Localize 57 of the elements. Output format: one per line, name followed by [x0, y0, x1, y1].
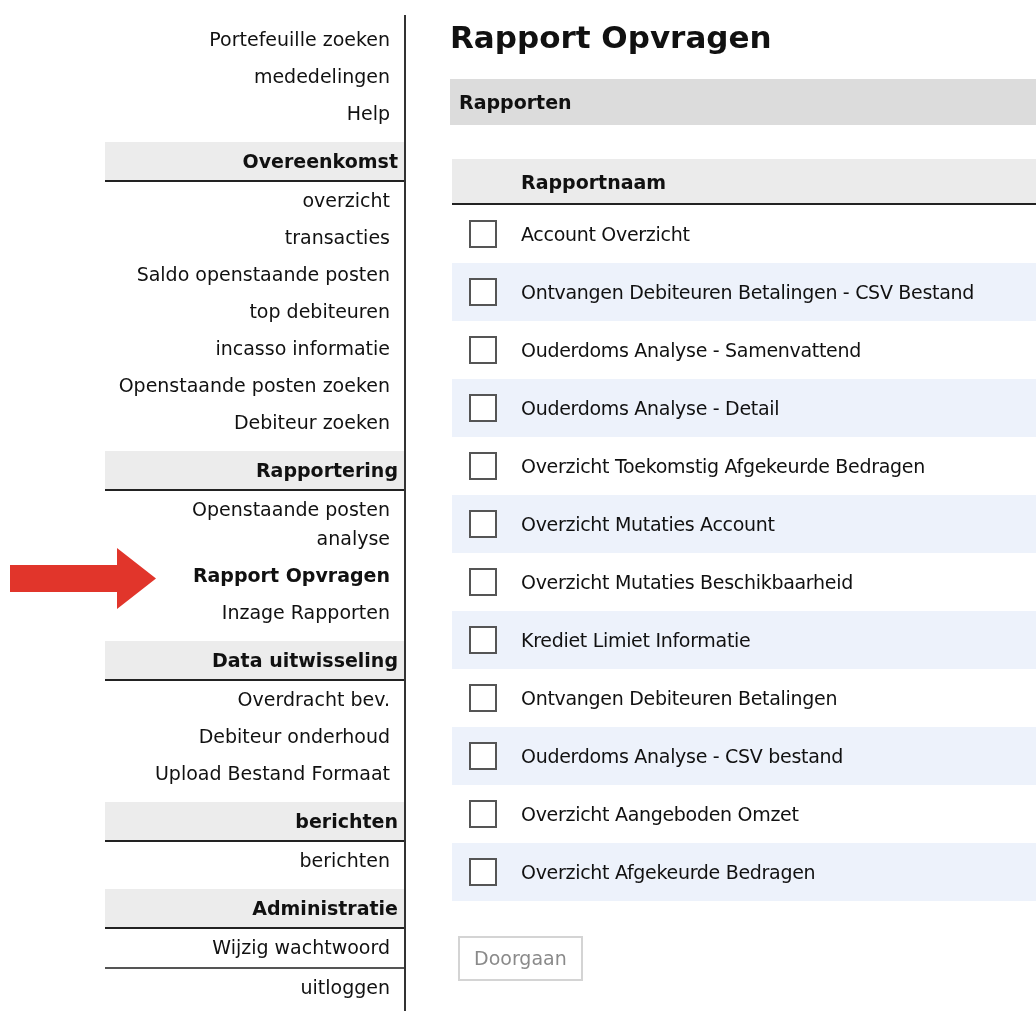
report-name: Overzicht Aangeboden Omzet — [521, 801, 799, 827]
checkbox[interactable] — [469, 800, 497, 828]
report-name: Ontvangen Debiteuren Betalingen — [521, 685, 838, 711]
checkbox[interactable] — [469, 858, 497, 886]
report-row[interactable]: Ouderdoms Analyse - CSV bestand — [452, 727, 1036, 785]
checkbox[interactable] — [469, 394, 497, 422]
section-header: Data uitwisseling — [105, 641, 404, 681]
checkbox[interactable] — [469, 452, 497, 480]
checkbox[interactable] — [469, 684, 497, 712]
report-row[interactable]: Ouderdoms Analyse - Detail — [452, 379, 1036, 437]
report-name: Ouderdoms Analyse - Detail — [521, 395, 780, 421]
menu-link[interactable]: Help — [0, 95, 404, 132]
checkbox[interactable] — [469, 278, 497, 306]
report-row[interactable]: Ontvangen Debiteuren Betalingen - CSV Bestand — [452, 263, 1036, 321]
column-header: Rapportnaam — [452, 159, 1036, 205]
report-name: Account Overzicht — [521, 221, 690, 247]
checkbox[interactable] — [469, 568, 497, 596]
checkbox[interactable] — [469, 626, 497, 654]
report-row[interactable]: Krediet Limiet Informatie — [452, 611, 1036, 669]
menu-link[interactable]: Upload Bestand Formaat — [0, 755, 404, 792]
report-name: Overzicht Afgekeurde Bedragen — [521, 859, 816, 885]
menu-link[interactable]: Wijzig wachtwoord — [0, 929, 404, 966]
section-header: Administratie — [105, 889, 404, 929]
report-row[interactable]: Overzicht Mutaties Account — [452, 495, 1036, 553]
menu-link[interactable]: overzicht — [0, 182, 404, 219]
menu-link[interactable]: incasso informatie — [0, 330, 404, 367]
report-name: Overzicht Toekomstig Afgekeurde Bedragen — [521, 453, 925, 479]
report-name: Ouderdoms Analyse - Samenvattend — [521, 337, 861, 363]
panel-header: Rapporten — [450, 79, 1036, 125]
menu-link[interactable]: mededelingen — [0, 58, 404, 95]
section-header: berichten — [105, 802, 404, 842]
report-row[interactable]: Overzicht Afgekeurde Bedragen — [452, 843, 1036, 901]
menu-link[interactable]: Rapport Opvragen — [0, 557, 404, 594]
checkbox[interactable] — [469, 220, 497, 248]
report-name: Ontvangen Debiteuren Betalingen - CSV Bestand — [521, 279, 975, 305]
section-header: Overeenkomst — [105, 142, 404, 182]
checkbox[interactable] — [469, 510, 497, 538]
report-name: Ouderdoms Analyse - CSV bestand — [521, 743, 843, 769]
report-name: Overzicht Mutaties Beschikbaarheid — [521, 569, 853, 595]
menu-link[interactable]: berichten — [0, 842, 404, 879]
menu-link[interactable]: Debiteur zoeken — [0, 404, 404, 441]
menu-link[interactable]: Debiteur onderhoud — [0, 718, 404, 755]
menu-link[interactable]: top debiteuren — [0, 293, 404, 330]
report-name: Overzicht Mutaties Account — [521, 511, 775, 537]
page-title: Rapport Opvragen — [450, 18, 772, 57]
section-header: Rapportering — [105, 451, 404, 491]
report-name: Krediet Limiet Informatie — [521, 627, 751, 653]
checkbox[interactable] — [469, 336, 497, 364]
menu-link[interactable]: Openstaande posten analyse — [0, 491, 404, 557]
menu-link[interactable]: Openstaande posten zoeken — [0, 367, 404, 404]
menu-link[interactable]: Portefeuille zoeken — [0, 21, 404, 58]
menu-link[interactable]: Saldo openstaande posten — [0, 256, 404, 293]
checkbox[interactable] — [469, 742, 497, 770]
menu-link[interactable]: transacties — [0, 219, 404, 256]
menu-link[interactable]: Overdracht bev. — [0, 681, 404, 718]
menu-link[interactable]: Inzage Rapporten — [0, 594, 404, 631]
menu-link[interactable]: uitloggen — [0, 969, 404, 1006]
